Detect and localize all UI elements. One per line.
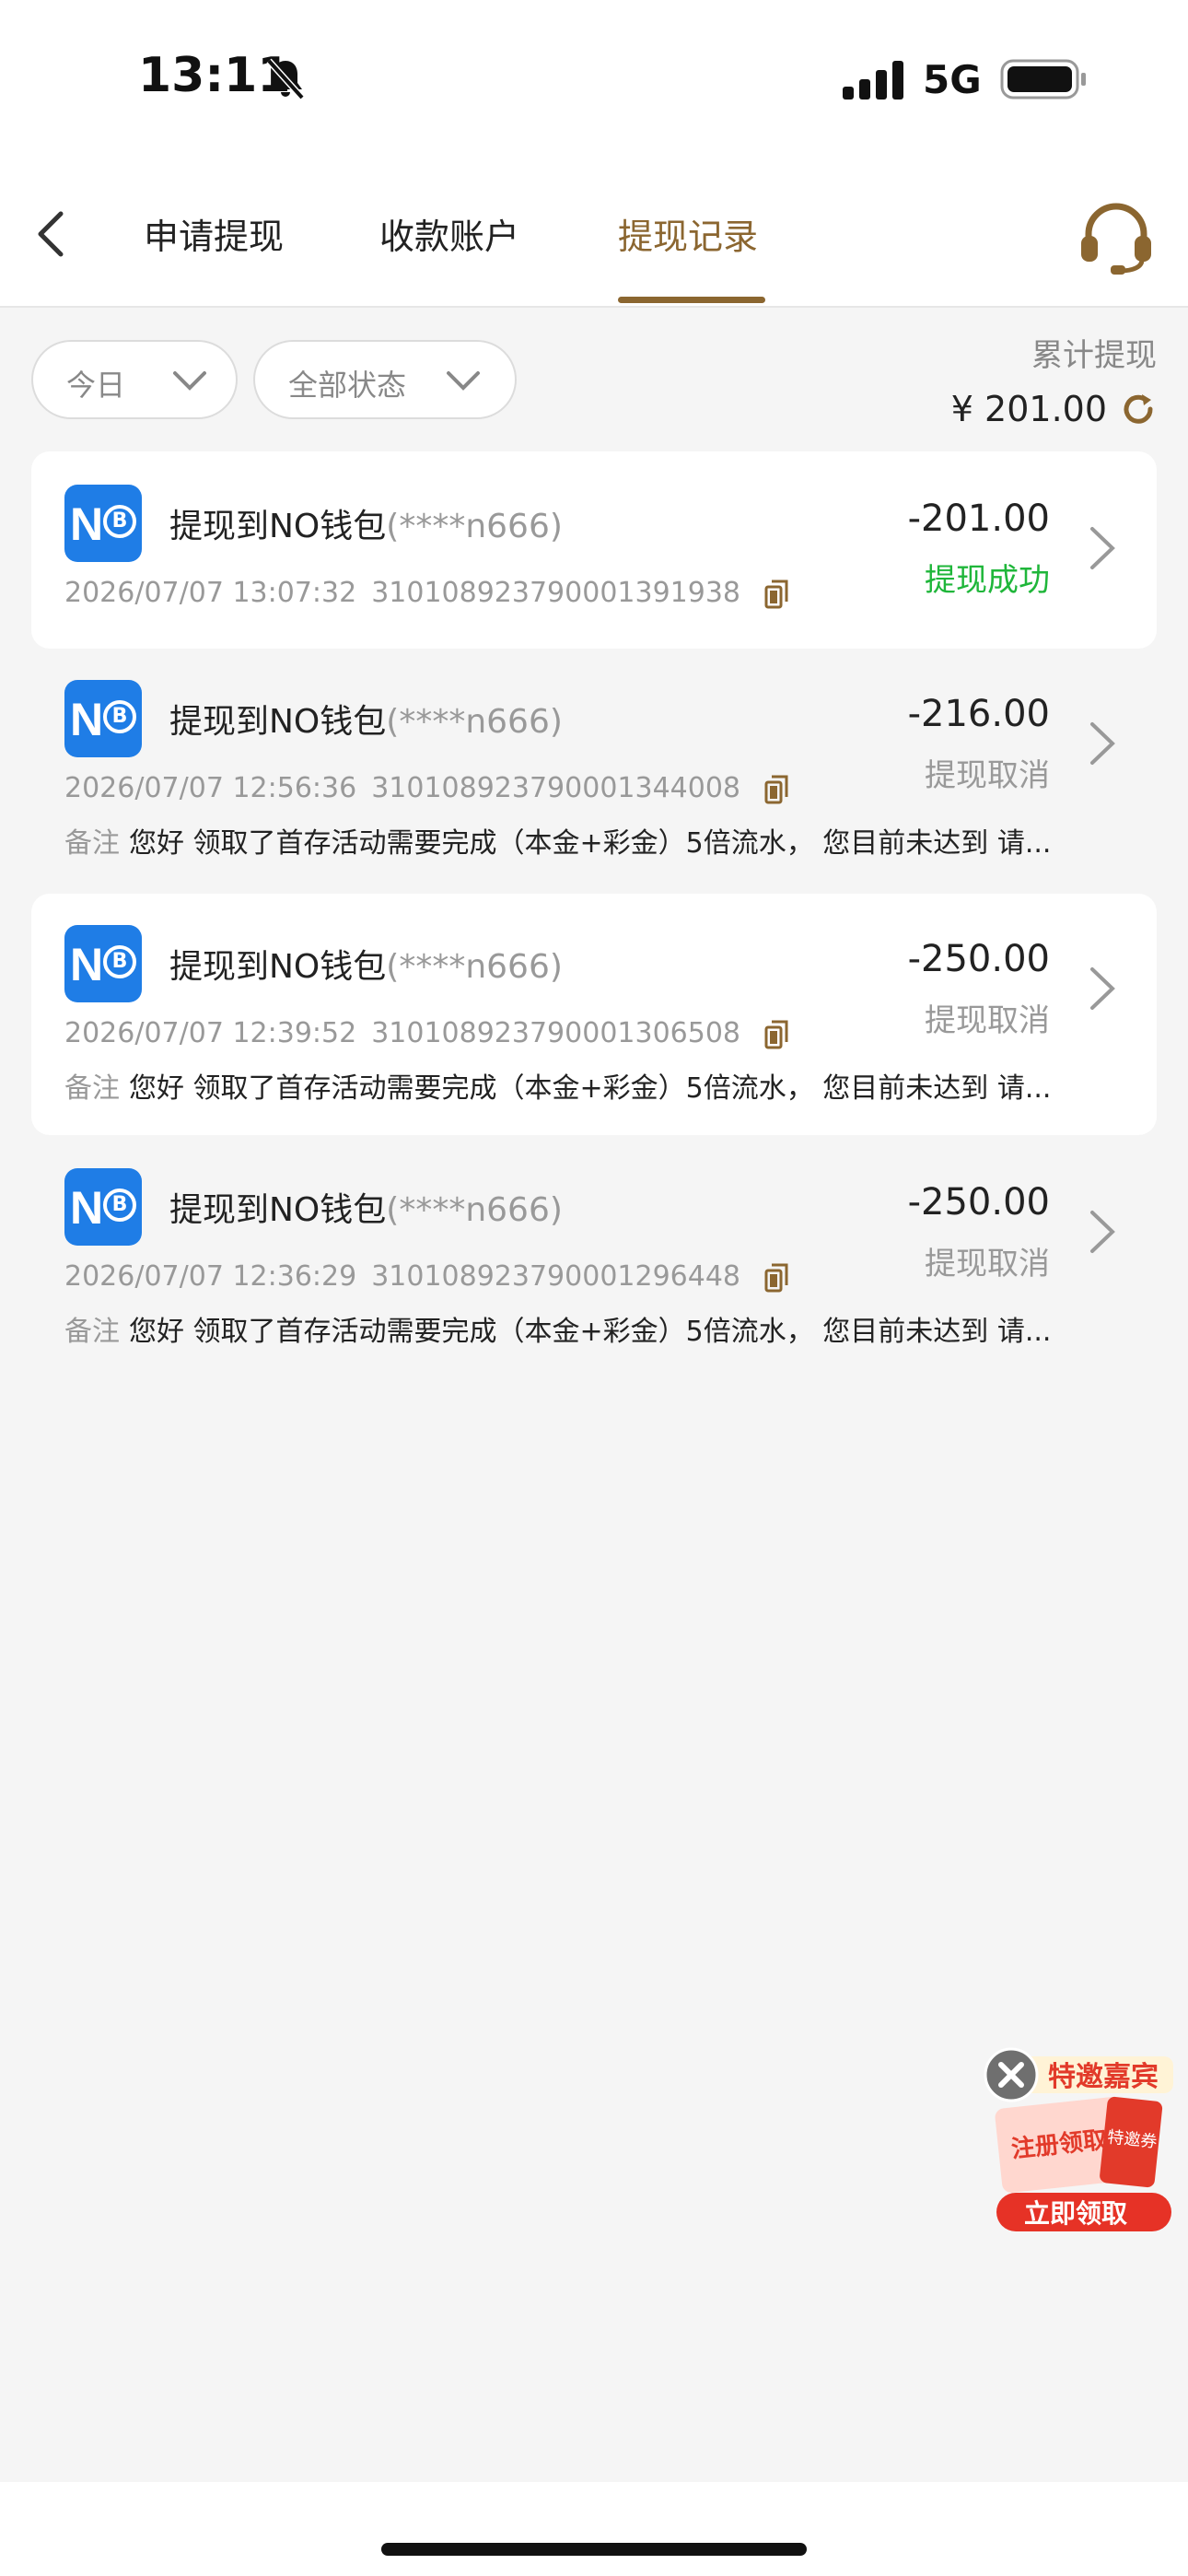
record-status: 提现取消 xyxy=(925,757,1050,794)
record-card[interactable]: NB 提现到NO钱包(****n666) 2026/07/07 12:39:52… xyxy=(31,894,1157,1135)
total-withdraw-label: 累计提现 xyxy=(1031,337,1157,374)
copy-icon[interactable] xyxy=(764,1020,790,1049)
promo-widget[interactable]: 特邀嘉宾 注册领取 特邀券 立即领取 xyxy=(984,2043,1177,2237)
tab-receiving-account[interactable]: 收款账户 xyxy=(379,208,519,259)
record-account: (****n666) xyxy=(386,948,563,986)
record-card[interactable]: NB 提现到NO钱包(****n666) 2026/07/07 12:56:36… xyxy=(31,665,1157,894)
record-amount: -250.00 xyxy=(907,1181,1050,1224)
record-remark: 备注 您好 领取了首存活动需要完成（本金+彩金）5倍流水， 您目前未达到 请... xyxy=(64,1316,1052,1348)
record-card[interactable]: NB 提现到NO钱包(****n666) 2026/07/07 12:36:29… xyxy=(31,1137,1157,1378)
wallet-logo: NB xyxy=(64,1168,142,1246)
record-remark: 备注 您好 领取了首存活动需要完成（本金+彩金）5倍流水， 您目前未达到 请... xyxy=(64,1072,1052,1105)
record-datetime: 2026/07/07 12:39:52 xyxy=(64,1017,357,1049)
record-amount: -201.00 xyxy=(907,498,1050,540)
record-meta: 2026/07/07 12:56:36 310108923790001344008 xyxy=(64,772,790,804)
record-status: 提现成功 xyxy=(925,562,1050,599)
record-order-no: 310108923790001344008 xyxy=(371,772,741,804)
record-order-no: 310108923790001306508 xyxy=(371,1017,741,1049)
home-indicator[interactable] xyxy=(381,2543,807,2556)
record-datetime: 2026/07/07 13:07:32 xyxy=(64,577,357,609)
status-filter-label: 全部状态 xyxy=(288,368,407,403)
tab-withdraw-records[interactable]: 提现记录 xyxy=(618,208,758,259)
wallet-logo: NB xyxy=(64,680,142,757)
chevron-right-icon xyxy=(1090,1211,1115,1253)
bottom-safe-area xyxy=(0,2482,1188,2576)
close-icon[interactable] xyxy=(984,2047,1039,2102)
record-account: (****n666) xyxy=(386,508,563,545)
record-meta: 2026/07/07 13:07:32 310108923790001391938 xyxy=(64,577,790,609)
network-type: 5G xyxy=(923,57,982,102)
copy-icon[interactable] xyxy=(764,580,790,609)
record-title: 提现到NO钱包(****n666) xyxy=(169,948,563,986)
copy-icon[interactable] xyxy=(764,1263,790,1293)
record-meta: 2026/07/07 12:39:52 310108923790001306508 xyxy=(64,1017,790,1049)
wallet-logo: NB xyxy=(64,925,142,1002)
record-order-no: 310108923790001391938 xyxy=(371,577,741,609)
record-title: 提现到NO钱包(****n666) xyxy=(169,1191,563,1229)
copy-icon[interactable] xyxy=(764,775,790,804)
headset-icon[interactable] xyxy=(1077,201,1155,275)
battery-icon xyxy=(1000,59,1086,100)
record-amount: -250.00 xyxy=(907,938,1050,980)
record-title: 提现到NO钱包(****n666) xyxy=(169,508,563,545)
record-meta: 2026/07/07 12:36:29 310108923790001296448 xyxy=(64,1260,790,1293)
record-datetime: 2026/07/07 12:56:36 xyxy=(64,772,357,804)
record-card[interactable]: NB 提现到NO钱包(****n666) 2026/07/07 13:07:32… xyxy=(31,451,1157,649)
back-icon[interactable] xyxy=(33,208,70,260)
refresh-icon[interactable] xyxy=(1120,391,1157,427)
chevron-right-icon xyxy=(1090,722,1115,765)
record-remark: 备注 您好 领取了首存活动需要完成（本金+彩金）5倍流水， 您目前未达到 请... xyxy=(64,827,1052,860)
date-filter-label: 今日 xyxy=(66,368,126,403)
bell-slash-icon xyxy=(266,58,305,100)
header: 13:11 5G 申请提现 收款账户 提现记录 xyxy=(0,0,1188,308)
tab-apply-withdraw[interactable]: 申请提现 xyxy=(144,208,284,259)
active-tab-indicator xyxy=(618,297,765,303)
signal-icon xyxy=(843,61,903,100)
record-order-no: 310108923790001296448 xyxy=(371,1260,741,1293)
record-title: 提现到NO钱包(****n666) xyxy=(169,703,563,741)
record-account: (****n666) xyxy=(386,1191,563,1229)
date-filter[interactable]: 今日 xyxy=(31,340,238,419)
total-withdraw-row: ¥ 201.00 xyxy=(951,389,1157,429)
chevron-right-icon xyxy=(1090,527,1115,569)
chevron-down-icon xyxy=(447,371,480,391)
record-datetime: 2026/07/07 12:36:29 xyxy=(64,1260,357,1293)
promo-banner-text: 特邀嘉宾 xyxy=(1048,2061,1159,2093)
chevron-right-icon xyxy=(1090,967,1115,1010)
record-amount: -216.00 xyxy=(907,693,1050,735)
total-withdraw-amount: ¥ 201.00 xyxy=(950,389,1107,429)
wallet-logo: NB xyxy=(64,485,142,562)
record-account: (****n666) xyxy=(386,703,563,741)
status-filter[interactable]: 全部状态 xyxy=(253,340,517,419)
promo-claim-button: 立即领取 xyxy=(1024,2198,1127,2229)
chevron-down-icon xyxy=(173,371,206,391)
record-status: 提现取消 xyxy=(925,1002,1050,1039)
record-status: 提现取消 xyxy=(925,1246,1050,1282)
